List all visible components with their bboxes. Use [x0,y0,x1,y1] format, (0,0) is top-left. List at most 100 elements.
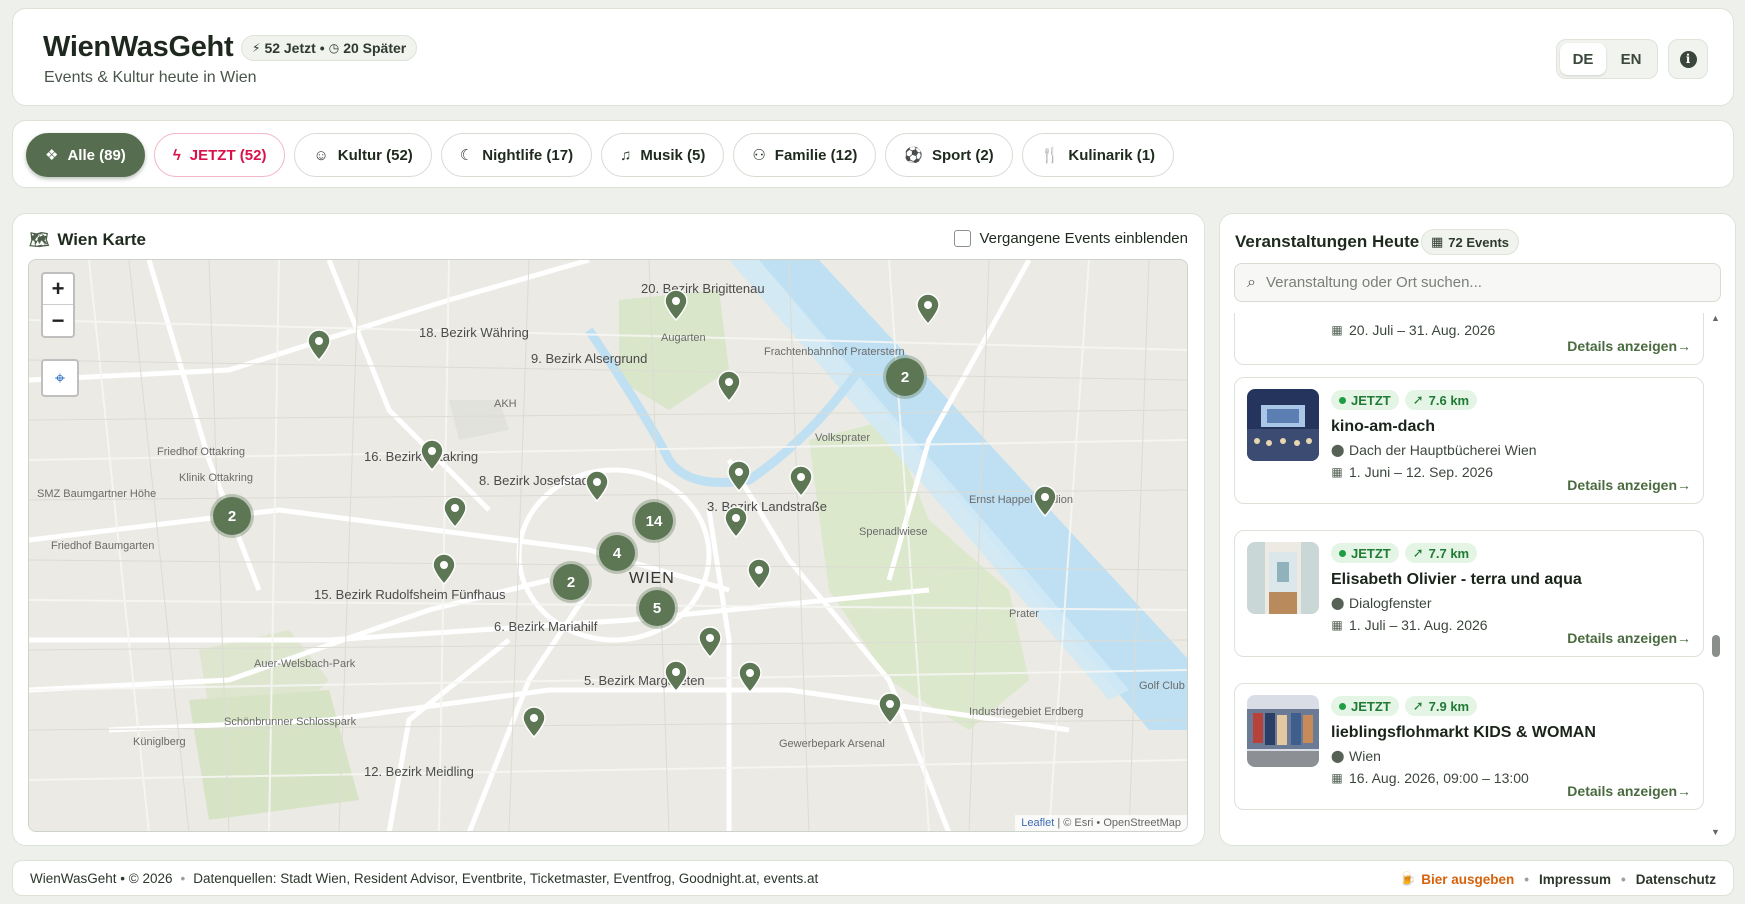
event-details-link[interactable]: Details anzeigen→ [1567,477,1691,493]
map-label-place: Friedhof Baumgarten [51,540,155,552]
event-date: 1. Juni – 12. Sep. 2026 [1349,464,1493,480]
event-details-link[interactable]: Details anzeigen→ [1567,338,1691,354]
event-date: 16. Aug. 2026, 09:00 – 13:00 [1349,770,1529,786]
map-view[interactable]: 20. Bezirk Brigittenau 18. Bezirk Währin… [28,259,1188,832]
event-map-pin[interactable] [431,553,457,585]
app-subtitle: Events & Kultur heute in Wien [44,69,257,86]
app-header: WienWasGeht ⚡ 52 Jetzt • ◷ 20 Später Eve… [12,8,1734,106]
language-switch: DE EN [1556,39,1658,79]
event-map-pin[interactable] [306,329,332,361]
filter-chip-sport[interactable]: ⚽ Sport (2) [885,133,1013,177]
events-count-badge: ▦ 72 Events [1421,229,1519,255]
event-map-pin[interactable] [726,460,752,492]
event-list-scrollbar[interactable]: ▲ ▼ [1709,313,1721,837]
past-events-checkbox[interactable] [954,230,972,247]
past-events-toggle[interactable]: Vergangene Events einblenden [954,230,1188,247]
event-map-pin[interactable] [737,661,763,693]
buy-beer-label: Bier ausgeben [1421,871,1515,887]
filter-chip-label: Musik (5) [640,146,706,164]
event-card[interactable]: JETZT ➚ 7.9 km lieblingsflohmarkt KIDS & … [1234,683,1704,810]
distance-badge: ➚ 7.7 km [1404,543,1478,563]
map-cluster[interactable]: 2 [553,564,589,600]
event-card[interactable]: ▦ 20. Juli – 31. Aug. 2026 Details anzei… [1234,313,1704,365]
scroll-down-arrow-icon[interactable]: ▼ [1711,827,1720,837]
scrollbar-thumb[interactable] [1712,635,1720,657]
imprint-link[interactable]: Impressum [1539,872,1611,887]
family-icon: ⚇ [752,147,766,164]
locate-me-button[interactable]: ⌖ [41,359,79,397]
footer-separator: • [180,871,186,886]
event-map-pin[interactable] [442,496,468,528]
distance-badge: ➚ 7.9 km [1404,696,1478,716]
event-map-pin[interactable] [877,692,903,724]
event-map-pin[interactable] [663,289,689,321]
filter-chip-now[interactable]: ϟ JETZT (52) [153,133,286,177]
map-label-city: WIEN [629,570,675,587]
event-card[interactable]: JETZT ➚ 7.6 km kino-am-dach ⬤ Dach der Hau… [1234,377,1704,504]
badge-text: 7.6 km [1428,392,1470,408]
buy-beer-link[interactable]: 🍺 Bier ausgeben [1399,871,1514,887]
event-map-pin[interactable] [663,660,689,692]
map-cluster[interactable]: 5 [639,590,675,626]
event-map-pin[interactable] [723,506,749,538]
event-map-pin[interactable] [521,706,547,738]
event-search-input[interactable] [1265,274,1686,291]
map-label-place: Volksprater [815,432,871,444]
beer-mug-icon: 🍺 [1399,871,1417,886]
zoom-control: + − [41,272,75,338]
event-map-pin[interactable] [584,470,610,502]
leaflet-link[interactable]: Leaflet [1021,817,1054,829]
map-cluster[interactable]: 2 [886,358,924,396]
filter-chip-nightlife[interactable]: ☾ Nightlife (17) [440,133,593,177]
map-cluster[interactable]: 2 [213,497,251,535]
event-map-pin[interactable] [915,293,941,325]
event-card[interactable]: JETZT ➚ 7.7 km Elisabeth Olivier - terra … [1234,530,1704,657]
filter-chip-familie[interactable]: ⚇ Familie (12) [733,133,877,177]
theater-masks-icon: ☺ [313,146,329,164]
zoom-out-button[interactable]: − [43,305,73,336]
filter-chip-label: Kulinarik (1) [1068,146,1156,164]
event-details-link[interactable]: Details anzeigen→ [1567,783,1691,799]
info-button[interactable]: i [1668,39,1708,79]
event-map-pin[interactable] [716,370,742,402]
filter-chip-kultur[interactable]: ☺ Kultur (52) [294,133,432,177]
event-details-link[interactable]: Details anzeigen→ [1567,630,1691,646]
event-map-pin[interactable] [1032,485,1058,517]
filter-chip-label: Kultur (52) [337,146,413,164]
calendar-icon: ▦ [1331,323,1343,337]
cutlery-icon: 🍴 [1040,147,1060,164]
privacy-link[interactable]: Datenschutz [1636,872,1716,887]
event-location: Dialogfenster [1349,595,1432,611]
scroll-up-arrow-icon[interactable]: ▲ [1711,313,1720,323]
map-cluster[interactable]: 14 [635,502,673,540]
event-map-pin[interactable] [788,465,814,497]
filter-chip-musik[interactable]: ♫ Musik (5) [601,133,725,177]
filter-chip-all[interactable]: ❖ Alle (89) [26,133,145,177]
map-attribution: Leaflet | © Esri • OpenStreetMap [1015,815,1187,831]
map-label-mariahilf: 6. Bezirk Mariahilf [494,619,598,634]
app-title: WienWasGeht [43,31,234,63]
lang-en-button[interactable]: EN [1608,43,1654,75]
zoom-in-button[interactable]: + [43,274,73,305]
event-search-box[interactable]: ⌕ [1234,263,1721,302]
past-events-label: Vergangene Events einblenden [979,230,1188,247]
event-name: Elisabeth Olivier - terra und aqua [1331,571,1582,588]
event-map-pin[interactable] [697,626,723,658]
status-separator: • [319,40,325,56]
event-thumbnail [1247,695,1319,767]
events-count-text: 72 Events [1448,234,1509,250]
filter-chip-kulinarik[interactable]: 🍴 Kulinarik (1) [1021,133,1175,177]
event-map-pin[interactable] [746,558,772,590]
status-later-count: 20 Später [343,40,407,56]
map-label-place: Gewerbepark Arsenal [779,738,885,750]
map-label-place: Frachtenbahnhof Praterstern [764,346,905,358]
map-label-rudolfsheim: 15. Bezirk Rudolfsheim Fünfhaus [314,587,506,602]
map-cluster[interactable]: 4 [599,535,635,571]
map-label-place: Spenadlwiese [859,526,928,538]
map-label-place: Küniglberg [133,736,186,748]
category-filter-bar: ❖ Alle (89) ϟ JETZT (52) ☺ Kultur (52) ☾… [12,120,1734,188]
event-map-pin[interactable] [419,439,445,471]
event-name: kino-am-dach [1331,418,1436,435]
events-panel: Veranstaltungen Heute ▦ 72 Events ⌕ ▦ 20… [1219,213,1736,846]
lang-de-button[interactable]: DE [1560,43,1606,75]
